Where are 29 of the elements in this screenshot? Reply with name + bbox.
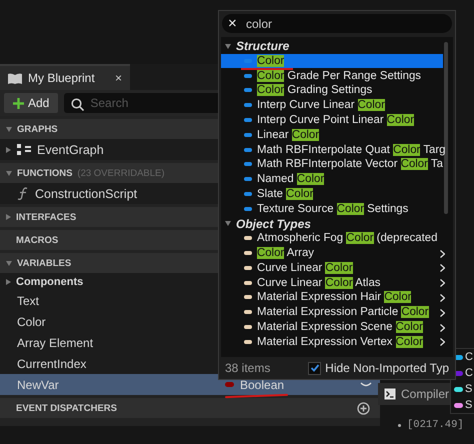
- category-title: Structure: [236, 39, 290, 54]
- type-label: Interp Curve Linear Color: [257, 99, 385, 112]
- type-label: Color Grade Per Range Settings: [257, 70, 421, 82]
- type-label: Linear Color: [257, 128, 320, 141]
- section-title: INTERFACES: [16, 212, 76, 222]
- variable-name: NewVar: [17, 378, 60, 392]
- variable-type: Boolean: [240, 378, 284, 392]
- item-count: 38 items: [225, 361, 272, 375]
- section-title: MACROS: [16, 234, 58, 246]
- type-label: Color: [257, 54, 284, 67]
- log-line: [0217.49]: [407, 419, 464, 431]
- category-label: Components: [16, 276, 84, 288]
- section-title: EVENT DISPATCHERS: [16, 402, 117, 414]
- variable-name: CurrentIndex: [17, 356, 88, 370]
- variable-name: Array Element: [17, 336, 94, 350]
- type-label: Curve Linear Color: [257, 262, 353, 274]
- type-label: Slate Color: [257, 188, 314, 200]
- item-label: EventGraph: [37, 142, 104, 156]
- type-label: Named Color: [257, 173, 324, 186]
- section-title: FUNCTIONS: [17, 168, 72, 178]
- section-title: GRAPHS: [17, 124, 58, 134]
- type-label: Color Grading Settings: [257, 84, 372, 96]
- tab-title: Compiler: [401, 387, 450, 401]
- variable-name: Color: [17, 314, 47, 328]
- variable-name: Text: [17, 294, 40, 308]
- item-label: ConstructionScript: [35, 186, 138, 200]
- type-label: Curve Linear Color Atlas: [257, 276, 380, 289]
- section-title: VARIABLES: [17, 258, 72, 268]
- panel-title: My Blueprint: [28, 71, 95, 85]
